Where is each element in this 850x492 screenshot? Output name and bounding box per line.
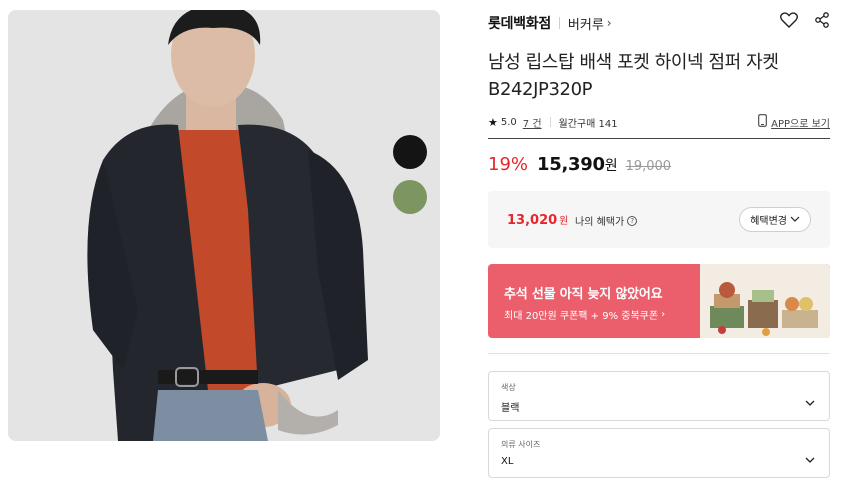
benefit-currency: 원 [559, 216, 569, 227]
chevron-down-icon [805, 391, 815, 410]
promo-subtitle: 최대 20만원 쿠폰팩 + 9% 중복쿠폰 [504, 311, 659, 322]
heart-icon[interactable] [780, 12, 798, 28]
size-select-label: 의류 사이즈 [501, 440, 541, 449]
color-select-label: 색상 [501, 383, 516, 392]
promo-banner[interactable]: 추석 선물 아직 늦지 않았어요 최대 20만원 쿠폰팩 + 9% 중복쿠폰 › [488, 264, 830, 338]
brand-name[interactable]: 롯데백화점 [488, 13, 551, 33]
share-icon[interactable] [814, 12, 830, 28]
price-currency: 원 [604, 158, 618, 174]
color-select-value: 블랙 [501, 403, 520, 414]
brand-row: 롯데백화점 버커루 › [488, 12, 830, 34]
sale-price: 15,390 [537, 154, 605, 175]
promo-title: 추석 선물 아직 늦지 않았어요 [504, 287, 663, 302]
price-row: 19% 15,390 원 19,000 [488, 154, 671, 175]
top-actions [780, 12, 830, 28]
model-photo [8, 10, 440, 441]
rating-divider [549, 117, 551, 127]
app-view-label: APP으로 보기 [771, 118, 830, 130]
rating-value: 5.0 [500, 116, 517, 128]
color-select[interactable]: 색상 블랙 [488, 371, 830, 421]
sub-brand-label: 버커루 [567, 17, 604, 33]
benefit-price: 13,020 원 [507, 212, 568, 228]
benefit-change-button[interactable]: 혜택변경 [739, 207, 811, 232]
review-count-link[interactable]: 7 건 [523, 115, 542, 130]
rating-row: ★ 5.0 7 건 월간구매 141 APP으로 보기 [488, 114, 830, 130]
benefit-change-label: 혜택변경 [750, 216, 787, 227]
size-select[interactable]: 의류 사이즈 XL [488, 428, 830, 478]
swatch-green[interactable] [393, 180, 427, 214]
gift-set-illustration [700, 264, 830, 338]
product-title: 남성 립스탑 배색 포켓 하이넥 점퍼 자켓 B242JP320P [488, 52, 779, 100]
chevron-down-icon [790, 214, 800, 225]
divider [488, 138, 830, 139]
monthly-purchases: 월간구매 141 [558, 118, 618, 130]
phone-icon [758, 114, 767, 130]
sub-brand-link[interactable]: 버커루 › [568, 14, 612, 33]
benefit-box: 13,020 원 나의 혜택가 ? 혜택변경 [488, 191, 830, 248]
size-select-value: XL [501, 456, 514, 467]
brand-divider [558, 17, 560, 29]
original-price: 19,000 [625, 159, 672, 174]
chevron-right-icon: › [606, 16, 612, 30]
chevron-right-icon: › [661, 309, 666, 320]
chevron-down-icon [805, 448, 815, 467]
benefit-price-value: 13,020 [507, 213, 558, 228]
swatch-black[interactable] [393, 135, 427, 169]
star-icon: ★ [488, 115, 498, 129]
product-image [8, 10, 440, 441]
question-icon: ? [627, 215, 638, 226]
promo-subtitle-row: 최대 20만원 쿠폰팩 + 9% 중복쿠폰 › [504, 307, 665, 322]
benefit-label-group[interactable]: 나의 혜택가 ? [575, 213, 638, 228]
divider [488, 353, 830, 354]
app-view-link[interactable]: APP으로 보기 [758, 114, 830, 130]
benefit-label: 나의 혜택가 [575, 217, 625, 228]
discount-rate: 19% [488, 154, 529, 175]
